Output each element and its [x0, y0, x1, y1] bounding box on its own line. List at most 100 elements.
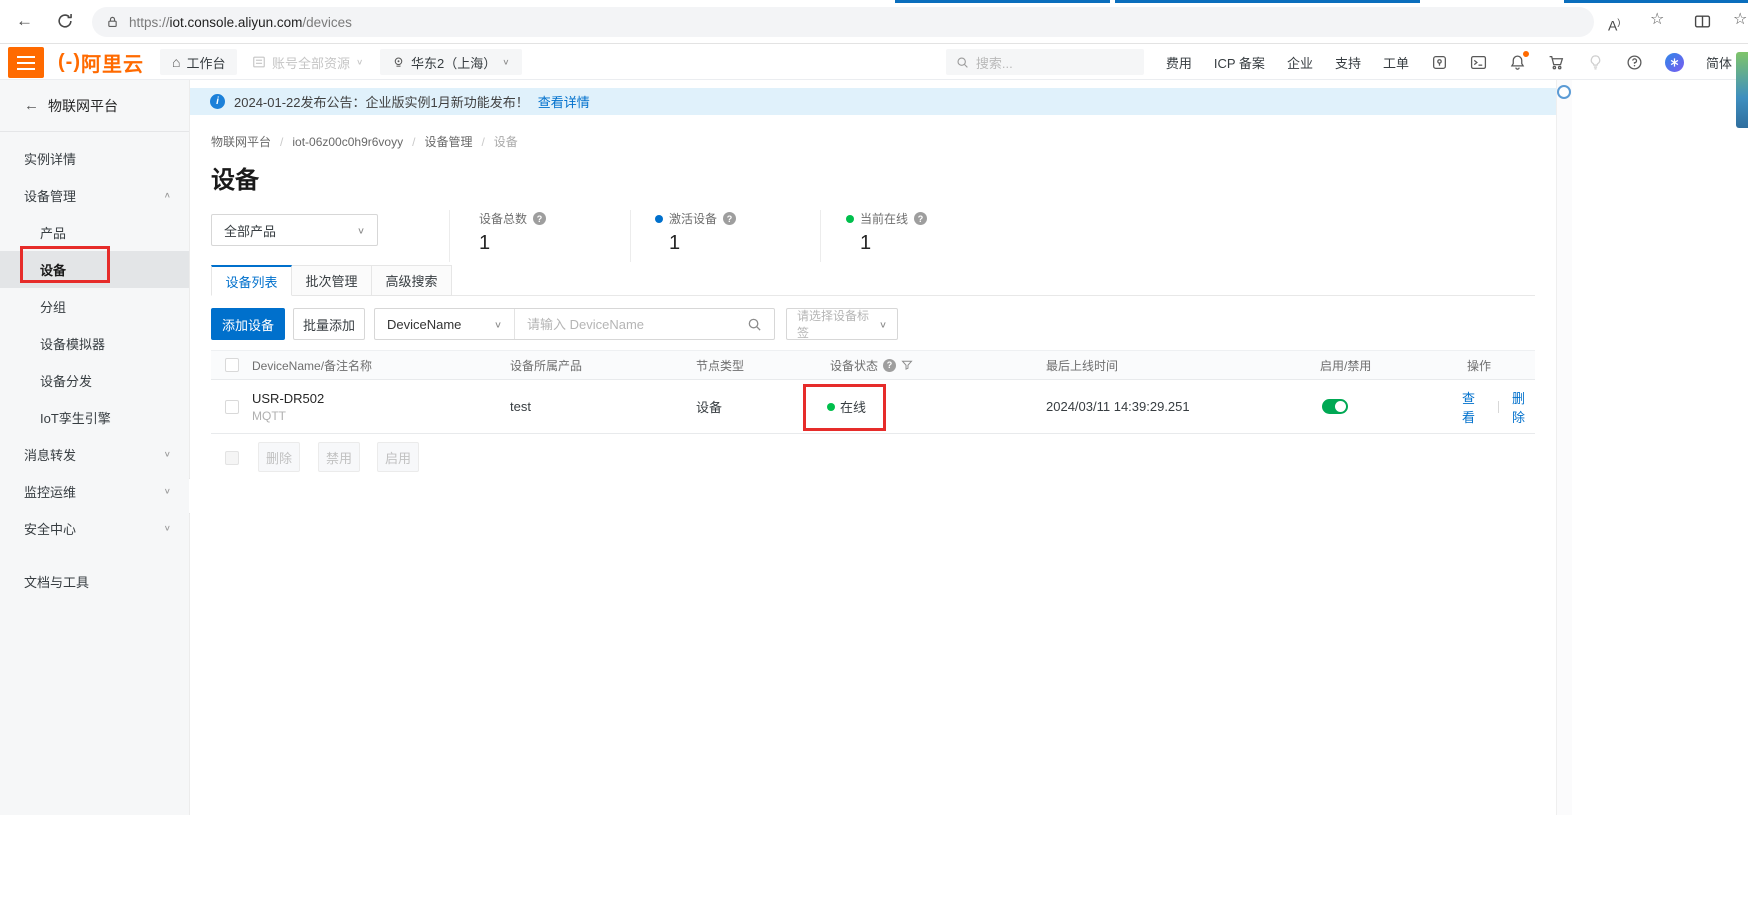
cart-icon[interactable]	[1548, 54, 1565, 71]
sidebar-item-docs-tools[interactable]: 文档与工具	[0, 563, 189, 600]
breadcrumb-item[interactable]: iot-06z00c0h9r6voyy	[292, 135, 403, 149]
delete-link[interactable]: 删除	[1512, 388, 1535, 426]
batch-enable-button: 启用	[377, 442, 419, 472]
sidebar-item-instance-detail[interactable]: 实例详情	[0, 140, 189, 177]
device-tag-select[interactable]: 请选择设备标签 ∨	[786, 308, 898, 340]
browser-tab-strip	[1115, 0, 1420, 3]
sidebar-item-monitoring-ops[interactable]: 监控运维 ∨	[0, 473, 189, 510]
sidebar-item-device-simulator[interactable]: 设备模拟器	[0, 325, 189, 362]
scrollbar[interactable]	[1556, 80, 1572, 815]
help-icon[interactable]: ?	[883, 359, 896, 372]
aliyun-logo[interactable]: (-) 阿里云	[58, 44, 144, 80]
account-resources-dropdown[interactable]: 账号全部资源 ∨	[252, 49, 363, 75]
sidebar-title: 物联网平台	[48, 96, 118, 116]
info-icon: i	[210, 94, 225, 109]
breadcrumb-item-current: 设备	[494, 133, 518, 150]
home-icon: ⌂	[172, 54, 180, 70]
help-icon[interactable]: ?	[533, 212, 546, 225]
scrollbar-thumb[interactable]	[1557, 85, 1571, 99]
green-dot-icon	[846, 215, 854, 223]
location-pin-icon	[392, 56, 405, 69]
help-icon[interactable]: ?	[914, 212, 927, 225]
stat-value: 1	[669, 232, 816, 255]
notification-bell-icon[interactable]	[1509, 54, 1526, 71]
announcement-text: 2024-01-22发布公告：企业版实例1月新功能发布！	[234, 92, 529, 111]
workbench-button[interactable]: ⌂ 工作台	[160, 49, 237, 75]
help-icon[interactable]: ?	[723, 212, 736, 225]
nav-link-support[interactable]: 支持	[1335, 53, 1361, 72]
col-last-online: 最后上线时间	[1046, 351, 1118, 379]
terminal-icon[interactable]	[1470, 54, 1487, 71]
add-device-button[interactable]: 添加设备	[211, 308, 285, 340]
browser-back-icon[interactable]: ←	[16, 10, 33, 32]
device-last-online: 2024/03/11 14:39:29.251	[1046, 380, 1190, 433]
breadcrumb-item[interactable]: 设备管理	[424, 133, 472, 150]
batch-add-button[interactable]: 批量添加	[293, 308, 365, 340]
stat-activated-devices: 激活设备 ? 1	[630, 210, 816, 262]
split-screen-icon[interactable]	[1694, 13, 1711, 30]
sidebar-item-device-management[interactable]: 设备管理 ∧	[0, 177, 189, 214]
product-filter-select[interactable]: 全部产品 ∨	[211, 214, 378, 246]
device-search-input[interactable]	[515, 309, 774, 339]
page-title: 设备	[211, 160, 259, 195]
stat-online-devices: 当前在线 ? 1	[820, 210, 1006, 262]
row-checkbox[interactable]	[225, 400, 239, 414]
chevron-down-icon: ∨	[164, 450, 171, 459]
sidebar-back-header[interactable]: ← 物联网平台	[0, 80, 189, 132]
nav-link-icp[interactable]: ICP 备案	[1214, 53, 1265, 72]
device-protocol: MQTT	[252, 409, 286, 423]
sidebar-item-groups[interactable]: 分组	[0, 288, 189, 325]
main-content: i 2024-01-22发布公告：企业版实例1月新功能发布！ 查看详情 物联网平…	[190, 80, 1556, 815]
search-field-select[interactable]: DeviceName ∨	[375, 309, 515, 339]
tab-bar: 设备列表 批次管理 高级搜索	[211, 265, 1535, 296]
lightbulb-icon[interactable]	[1587, 54, 1604, 71]
stat-value: 1	[479, 232, 625, 255]
tab-device-list[interactable]: 设备列表	[211, 265, 292, 296]
browser-refresh-icon[interactable]	[56, 12, 74, 30]
filter-funnel-icon[interactable]	[901, 359, 913, 371]
sidebar-item-devices[interactable]: 设备	[0, 251, 189, 288]
table-header: DeviceName/备注名称 设备所属产品 节点类型 设备状态 ? 最后上线时…	[211, 350, 1535, 380]
tab-advanced-search[interactable]: 高级搜索	[372, 265, 452, 296]
chevron-up-icon: ∧	[164, 191, 171, 200]
hamburger-menu-icon[interactable]	[8, 47, 44, 78]
announcement-link[interactable]: 查看详情	[538, 92, 590, 111]
help-circle-icon[interactable]	[1626, 54, 1643, 71]
collections-star-icon[interactable]: ☆	[1733, 9, 1747, 31]
enable-toggle[interactable]	[1322, 399, 1348, 414]
device-product: test	[510, 380, 531, 433]
breadcrumb-item[interactable]: 物联网平台	[211, 133, 271, 150]
global-search-input[interactable]: 搜索...	[946, 49, 1144, 75]
read-aloud-icon[interactable]: A)	[1608, 11, 1620, 37]
announcement-banner: i 2024-01-22发布公告：企业版实例1月新功能发布！ 查看详情	[190, 88, 1556, 115]
online-dot-icon	[827, 403, 835, 411]
region-selector[interactable]: 华东2（上海） ∨	[380, 49, 522, 75]
chevron-down-icon: ∨	[879, 319, 887, 329]
sidebar-item-device-distribution[interactable]: 设备分发	[0, 362, 189, 399]
view-link[interactable]: 查看	[1462, 388, 1485, 426]
avatar[interactable]	[1736, 52, 1748, 128]
nav-link-billing[interactable]: 费用	[1166, 53, 1192, 72]
nav-link-enterprise[interactable]: 企业	[1287, 53, 1313, 72]
search-icon[interactable]	[747, 317, 762, 332]
col-product: 设备所属产品	[510, 351, 582, 379]
sidebar-item-message-forwarding[interactable]: 消息转发 ∨	[0, 436, 189, 473]
address-bar[interactable]: https://iot.console.aliyun.com/devices	[92, 7, 1594, 37]
assistant-icon[interactable]	[1665, 53, 1684, 72]
aliyun-logo-mark: (-)	[58, 51, 81, 74]
select-all-checkbox[interactable]	[225, 358, 239, 372]
sidebar-item-products[interactable]: 产品	[0, 214, 189, 251]
sidebar: ← 物联网平台 实例详情 设备管理 ∧ 产品 设备 分组 设备模拟器 设备分发 …	[0, 80, 190, 815]
device-name[interactable]: USR-DR502	[252, 391, 324, 406]
api-icon[interactable]	[1431, 54, 1448, 71]
chevron-down-icon: ∨	[502, 58, 509, 67]
nav-link-ticket[interactable]: 工单	[1383, 53, 1409, 72]
batch-delete-button: 删除	[258, 442, 300, 472]
language-switch[interactable]: 简体	[1706, 53, 1732, 72]
sidebar-item-security-center[interactable]: 安全中心 ∨	[0, 510, 189, 547]
batch-disable-button: 禁用	[318, 442, 360, 472]
col-device-name: DeviceName/备注名称	[252, 351, 372, 379]
sidebar-item-iot-twin-engine[interactable]: IoT孪生引擎	[0, 399, 189, 436]
tab-batch-management[interactable]: 批次管理	[292, 265, 372, 296]
favorite-star-icon[interactable]: ☆	[1650, 9, 1664, 31]
